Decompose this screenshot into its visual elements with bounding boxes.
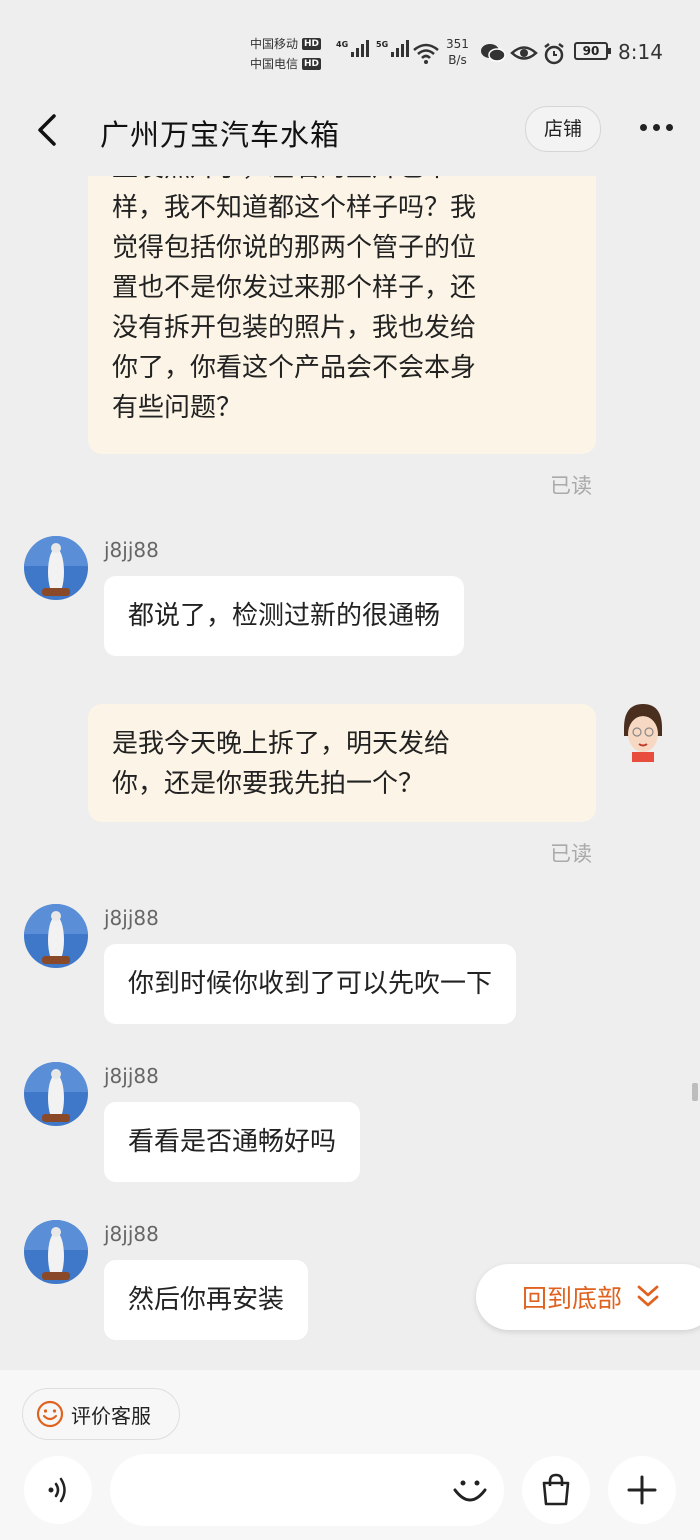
message-line: 你了，你看这个产品会不会本身 [112,353,477,383]
outgoing-message: 是我今天晚上拆了，明天发给 你，还是你要我先拍一个？ [88,704,596,822]
incoming-message: 然后你再安装 [104,1260,309,1340]
bottom-input-bar: 评价客服 [0,1370,700,1540]
network-type-1: 4G [336,40,349,49]
chat-header: 广州万宝汽车水箱 店铺 [0,96,700,166]
network-speed: 351 B/s [446,36,469,68]
message-line: 有些问题？ [112,393,243,423]
status-bar: 中国移动 HD 中国电信 HD 4G 5G 351 B/s 90 8:14 [0,0,700,96]
avatar[interactable] [24,536,88,600]
hd-badge: HD [302,58,322,70]
message-line: 你，还是你要我先拍一个？ [112,769,425,799]
carrier-info: 中国移动 HD 中国电信 HD [250,34,322,74]
network-type-2: 5G [376,40,389,49]
battery-indicator: 90 [574,42,611,60]
username: j8jj88 [104,538,159,562]
carrier-2: 中国电信 [250,57,299,71]
speed-unit: B/s [448,53,467,67]
page-title: 广州万宝汽车水箱 [100,118,341,152]
avatar[interactable] [24,904,88,968]
clock: 8:14 [618,40,663,64]
voice-button[interactable] [24,1456,92,1524]
rate-service-label: 评价客服 [71,1403,151,1428]
alarm-icon [544,43,564,65]
back-to-bottom-button[interactable]: 回到底部 [476,1264,700,1330]
speed-value: 351 [446,37,469,51]
chevron-left-icon[interactable] [34,112,60,148]
shop-button[interactable]: 店铺 [525,106,601,152]
message-line: 是我今天晚上拆了，明天发给 [112,729,451,759]
plus-icon [627,1475,657,1505]
more-dots-icon[interactable] [640,124,673,131]
message-input[interactable] [110,1454,504,1526]
username: j8jj88 [104,1222,159,1246]
incoming-message: 都说了，检测过新的很通畅 [104,576,465,656]
emoji-icon[interactable] [450,1470,490,1510]
read-status: 已读 [550,842,592,866]
avatar[interactable] [24,1062,88,1126]
outgoing-message: 上发照片了，左右的垫片也不 样，我不知道都这个样子吗？我 觉得包括你说的那两个管… [88,176,596,454]
message-line: 置也不是你发过来那个样子，还 [112,273,477,303]
shopping-bag-icon [542,1473,570,1506]
eye-icon [510,46,538,60]
shopping-bag-button[interactable] [522,1456,590,1524]
back-to-bottom-label: 回到底部 [522,1284,623,1313]
read-status: 已读 [550,474,592,498]
double-chevron-down-icon [637,1285,659,1307]
username: j8jj88 [104,1064,159,1088]
carrier-1: 中国移动 [250,37,299,51]
message-line: 没有拆开包装的照片，我也发给 [112,313,477,343]
message-line: 样，我不知道都这个样子吗？我 [112,193,477,223]
incoming-message: 你到时候你收到了可以先吹一下 [104,944,517,1024]
smile-icon [36,1400,64,1428]
wechat-icon [481,44,506,62]
scrollbar[interactable] [692,1083,698,1101]
rate-service-button[interactable]: 评价客服 [22,1388,180,1440]
wifi-icon [413,43,439,64]
plus-button[interactable] [608,1456,676,1524]
message-line: 上发照片了，左右的垫片也不 [112,176,572,188]
avatar[interactable] [24,1220,88,1284]
chat-message-list[interactable]: 上发照片了，左右的垫片也不 样，我不知道都这个样子吗？我 觉得包括你说的那两个管… [0,176,700,1370]
message-line: 觉得包括你说的那两个管子的位 [112,233,477,263]
voice-icon [48,1477,66,1503]
username: j8jj88 [104,906,159,930]
my-avatar[interactable] [618,700,668,762]
hd-badge: HD [302,38,322,50]
incoming-message: 看看是否通畅好吗 [104,1102,361,1182]
signal-icon: 5G [376,40,410,57]
signal-icon: 4G [336,40,370,57]
